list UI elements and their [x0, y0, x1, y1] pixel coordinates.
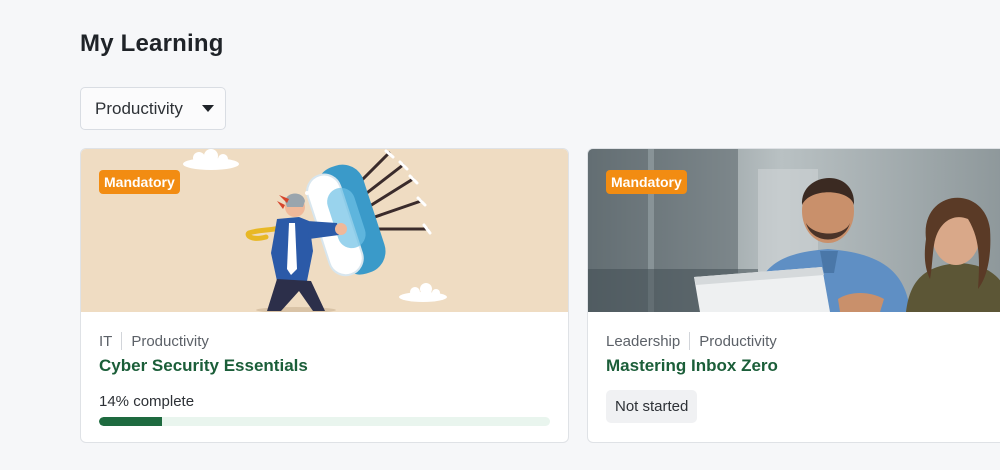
category-filter-dropdown[interactable]: Productivity: [80, 87, 226, 130]
filter-selected-value: Productivity: [95, 98, 183, 118]
course-image: Mandatory: [81, 149, 568, 312]
course-categories: Leadership Productivity: [606, 331, 998, 351]
category-tag: Productivity: [699, 332, 777, 350]
progress-bar-fill: [99, 417, 163, 426]
course-image: Mandatory: [588, 149, 1000, 312]
status-badge: Not started: [606, 390, 698, 423]
mandatory-badge: Mandatory: [606, 170, 687, 194]
progress-text: 14% complete: [99, 393, 195, 410]
course-title[interactable]: Mastering Inbox Zero: [606, 356, 998, 376]
progress-bar: [99, 417, 550, 426]
course-categories: IT Productivity: [99, 331, 550, 351]
category-divider: [121, 332, 123, 350]
caret-down-icon: [202, 105, 214, 112]
category-tag: Productivity: [131, 332, 209, 350]
course-card[interactable]: Mandatory IT Productivity Cyber Security…: [80, 148, 569, 443]
course-card[interactable]: Mandatory Leadership Productivity Master…: [587, 148, 1000, 443]
mandatory-badge: Mandatory: [99, 170, 180, 194]
page-title: My Learning: [80, 30, 224, 57]
course-title[interactable]: Cyber Security Essentials: [99, 356, 550, 376]
category-divider: [689, 332, 691, 350]
category-tag: Leadership: [606, 332, 681, 350]
category-tag: IT: [99, 332, 113, 350]
